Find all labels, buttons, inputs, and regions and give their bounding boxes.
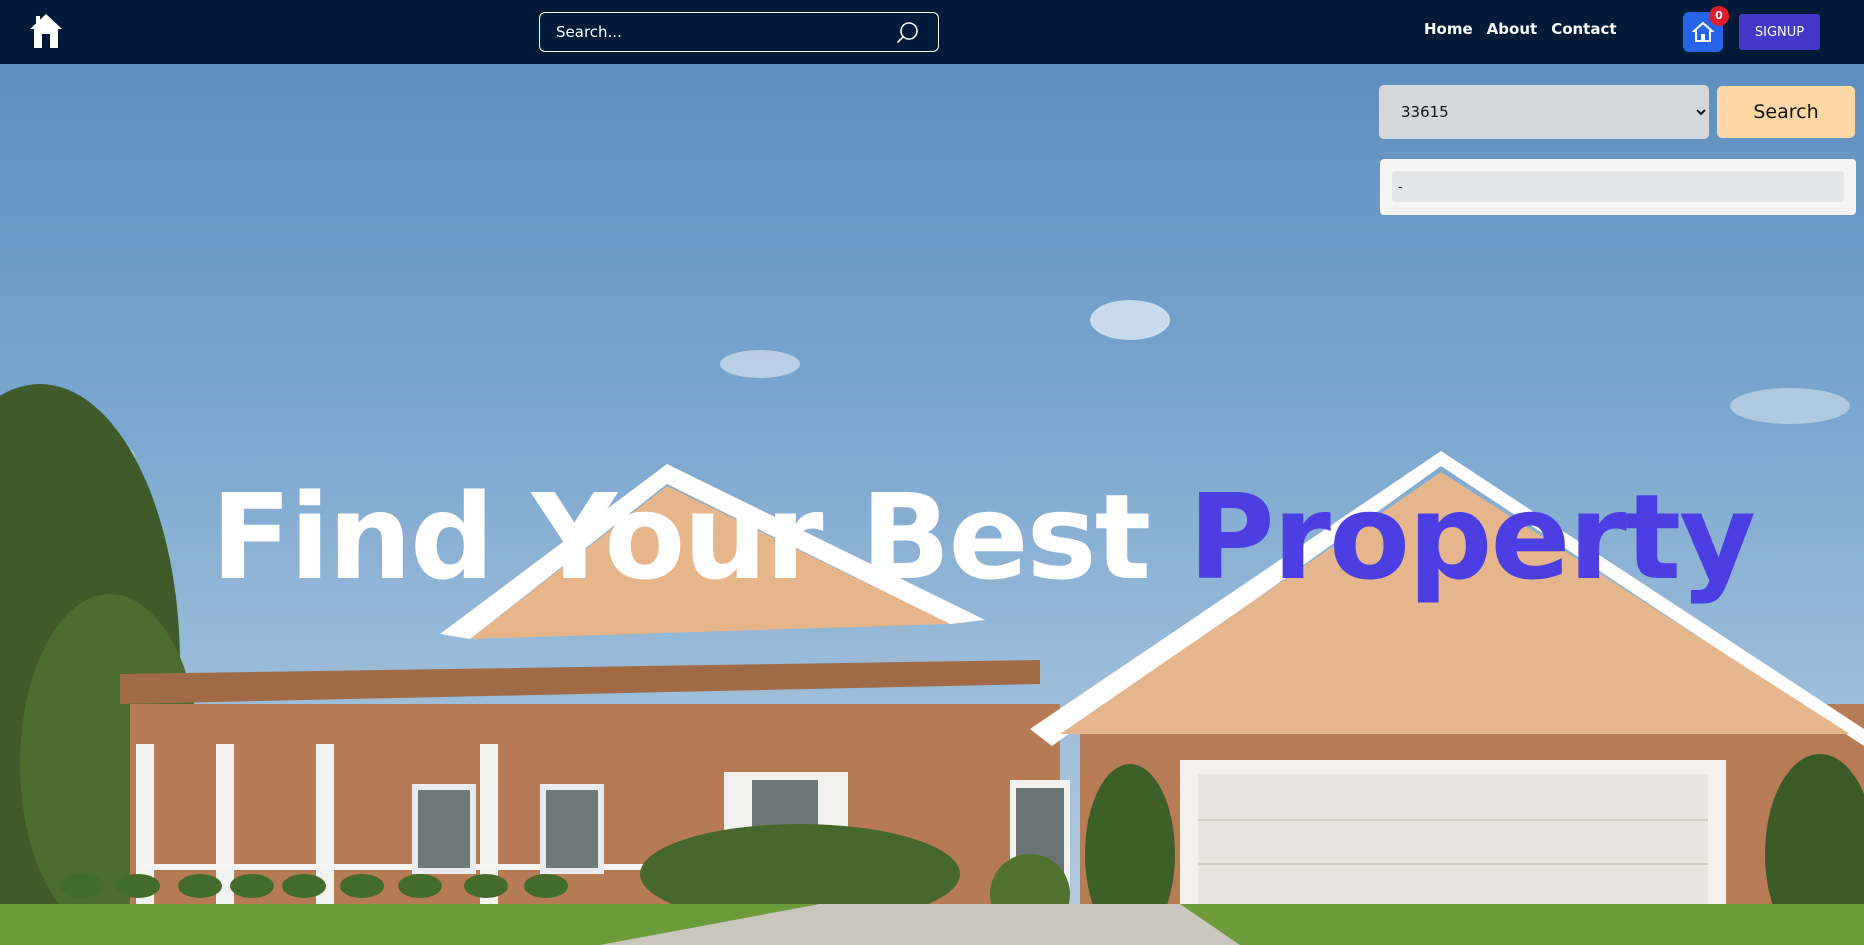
nav-link-home[interactable]: Home xyxy=(1424,20,1473,38)
zip-search-button[interactable]: Search xyxy=(1717,86,1855,138)
magnifier-icon[interactable] xyxy=(896,21,920,45)
nav-link-about[interactable]: About xyxy=(1487,20,1538,38)
search-result-value: - xyxy=(1392,171,1844,202)
navbar-search-box xyxy=(539,12,939,52)
nav-link-contact[interactable]: Contact xyxy=(1551,20,1616,38)
search-results-panel: - xyxy=(1380,159,1856,215)
signup-button[interactable]: SIGNUP xyxy=(1739,14,1820,50)
house-outline-icon xyxy=(1692,21,1714,42)
hero-headline-accent: Property xyxy=(1188,468,1756,606)
home-icon[interactable] xyxy=(28,12,64,50)
cart-count-badge: 0 xyxy=(1709,6,1729,26)
nav-links: Home About Contact xyxy=(1424,20,1617,38)
hero-headline: Find Your Best Property xyxy=(211,462,1756,612)
top-navbar: Home About Contact 0 SIGNUP xyxy=(0,0,1864,64)
hero-headline-main: Find Your Best xyxy=(211,468,1151,606)
zip-code-select[interactable]: 33615 xyxy=(1379,85,1709,139)
navbar-search-input[interactable] xyxy=(556,13,886,51)
